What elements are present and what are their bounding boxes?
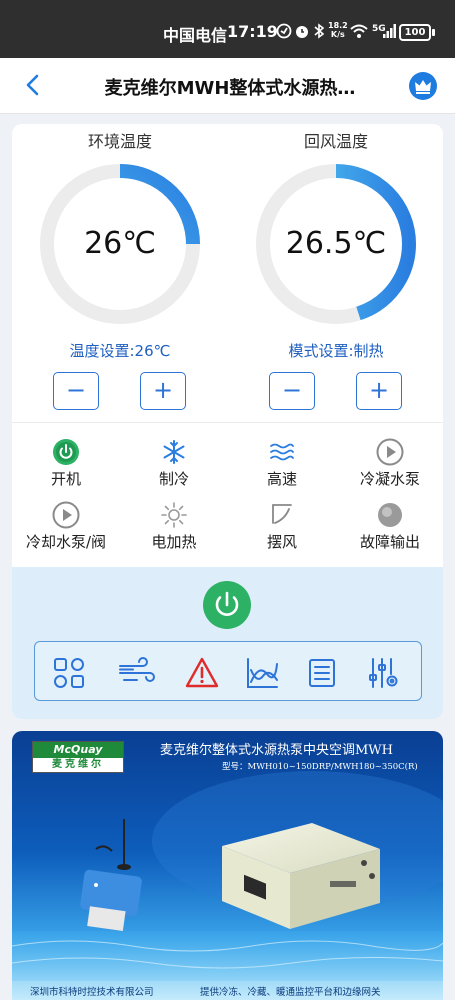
clock-time: 17:19 <box>227 22 278 41</box>
swing-icon <box>267 501 297 529</box>
return-air-temperature-gauge: 回风温度 26.5℃ <box>246 130 426 326</box>
power-icon <box>51 438 81 466</box>
page-title: 麦克维尔MWH整体式水源热… <box>104 78 356 99</box>
chart-icon[interactable] <box>245 656 279 690</box>
gauge-title: 回风温度 <box>303 132 368 151</box>
vip-button[interactable] <box>409 72 437 100</box>
battery-nub <box>432 29 435 36</box>
status-swing: 摆风 <box>228 501 336 552</box>
nfc-icon <box>276 23 292 39</box>
ambient-temperature-value: 26℃ <box>84 226 156 261</box>
status-condensate-pump: 冷凝水泵 <box>336 438 443 489</box>
settings-sliders-icon[interactable] <box>367 656 401 690</box>
play-circle-icon <box>51 501 81 529</box>
device-status-card: 环境温度 26℃ 温度设置:26℃ − + 回风温度 26.5℃ 模式设置:制热… <box>12 124 443 719</box>
network-speed: 18.2 K/s <box>328 21 348 39</box>
iot-gateway-image <box>80 819 142 932</box>
product-banner: McQuay 麦克维尔 麦克维尔整体式水源热泵中央空调MWH 型号：MWH010… <box>12 731 443 1000</box>
wind-icon[interactable] <box>117 656 157 690</box>
signal-icon <box>383 24 396 38</box>
status-cooling: 制冷 <box>120 438 228 489</box>
banner-footer: 深圳市科特时控技术有限公司 提供冷冻、冷藏、暖通监控平台和边缘网关 <box>12 981 443 1000</box>
status-power: 开机 <box>12 438 120 489</box>
mode-increase-button[interactable]: + <box>356 372 402 410</box>
wifi-icon <box>350 24 368 38</box>
status-fault-output: 故障输出 <box>336 501 443 552</box>
power-icon <box>215 591 239 616</box>
gauge-ring: 26℃ <box>38 162 202 326</box>
mcquay-logo: McQuay 麦克维尔 <box>32 741 124 773</box>
grid-icon[interactable] <box>52 656 86 690</box>
temperature-increase-button[interactable]: + <box>140 372 186 410</box>
gauge-ring: 26.5℃ <box>254 162 418 326</box>
play-circle-icon <box>375 438 405 466</box>
ambient-temperature-gauge: 环境温度 26℃ <box>30 130 210 326</box>
banner-model: 型号：MWH010~150DRP/MWH180~350C(R) <box>222 762 418 772</box>
status-high-speed: 高速 <box>228 438 336 489</box>
mode-setting-label: 模式设置:制热 <box>288 342 384 360</box>
status-cooling-water-pump: 冷却水泵/阀 <box>12 501 120 552</box>
wind-waves-icon <box>267 438 297 466</box>
section-divider <box>12 422 443 423</box>
carrier-name: 中国电信 <box>163 26 228 45</box>
temperature-decrease-button[interactable]: − <box>53 372 99 410</box>
app-header: 麦克维尔MWH整体式水源热… <box>0 58 455 114</box>
bluetooth-icon <box>314 23 325 39</box>
list-icon[interactable] <box>305 656 339 690</box>
temperature-setting-label: 温度设置:26℃ <box>69 342 171 360</box>
sun-icon <box>159 501 189 529</box>
function-menu-bar <box>34 641 422 701</box>
mode-decrease-button[interactable]: − <box>269 372 315 410</box>
company-slogan: 提供冷冻、冷藏、暖通监控平台和边缘网关 <box>200 987 381 998</box>
crown-icon <box>415 80 431 94</box>
back-chevron-icon[interactable] <box>18 70 48 100</box>
gauge-title: 环境温度 <box>87 132 152 151</box>
banner-title: 麦克维尔整体式水源热泵中央空调MWH <box>160 743 394 758</box>
fault-dot-icon <box>375 501 405 529</box>
return-air-temperature-value: 26.5℃ <box>285 226 387 261</box>
alarm-clock-icon <box>296 26 308 38</box>
control-panel <box>12 567 443 719</box>
snowflake-icon <box>159 438 189 466</box>
company-name: 深圳市科特时控技术有限公司 <box>30 987 154 998</box>
power-button[interactable] <box>203 581 251 629</box>
alarm-triangle-icon[interactable] <box>185 656 219 690</box>
status-electric-heating: 电加热 <box>120 501 228 552</box>
status-bar: 中国电信 17:19 18.2 K/s 5G 100 <box>0 0 455 58</box>
battery-indicator: 100 <box>399 24 431 41</box>
